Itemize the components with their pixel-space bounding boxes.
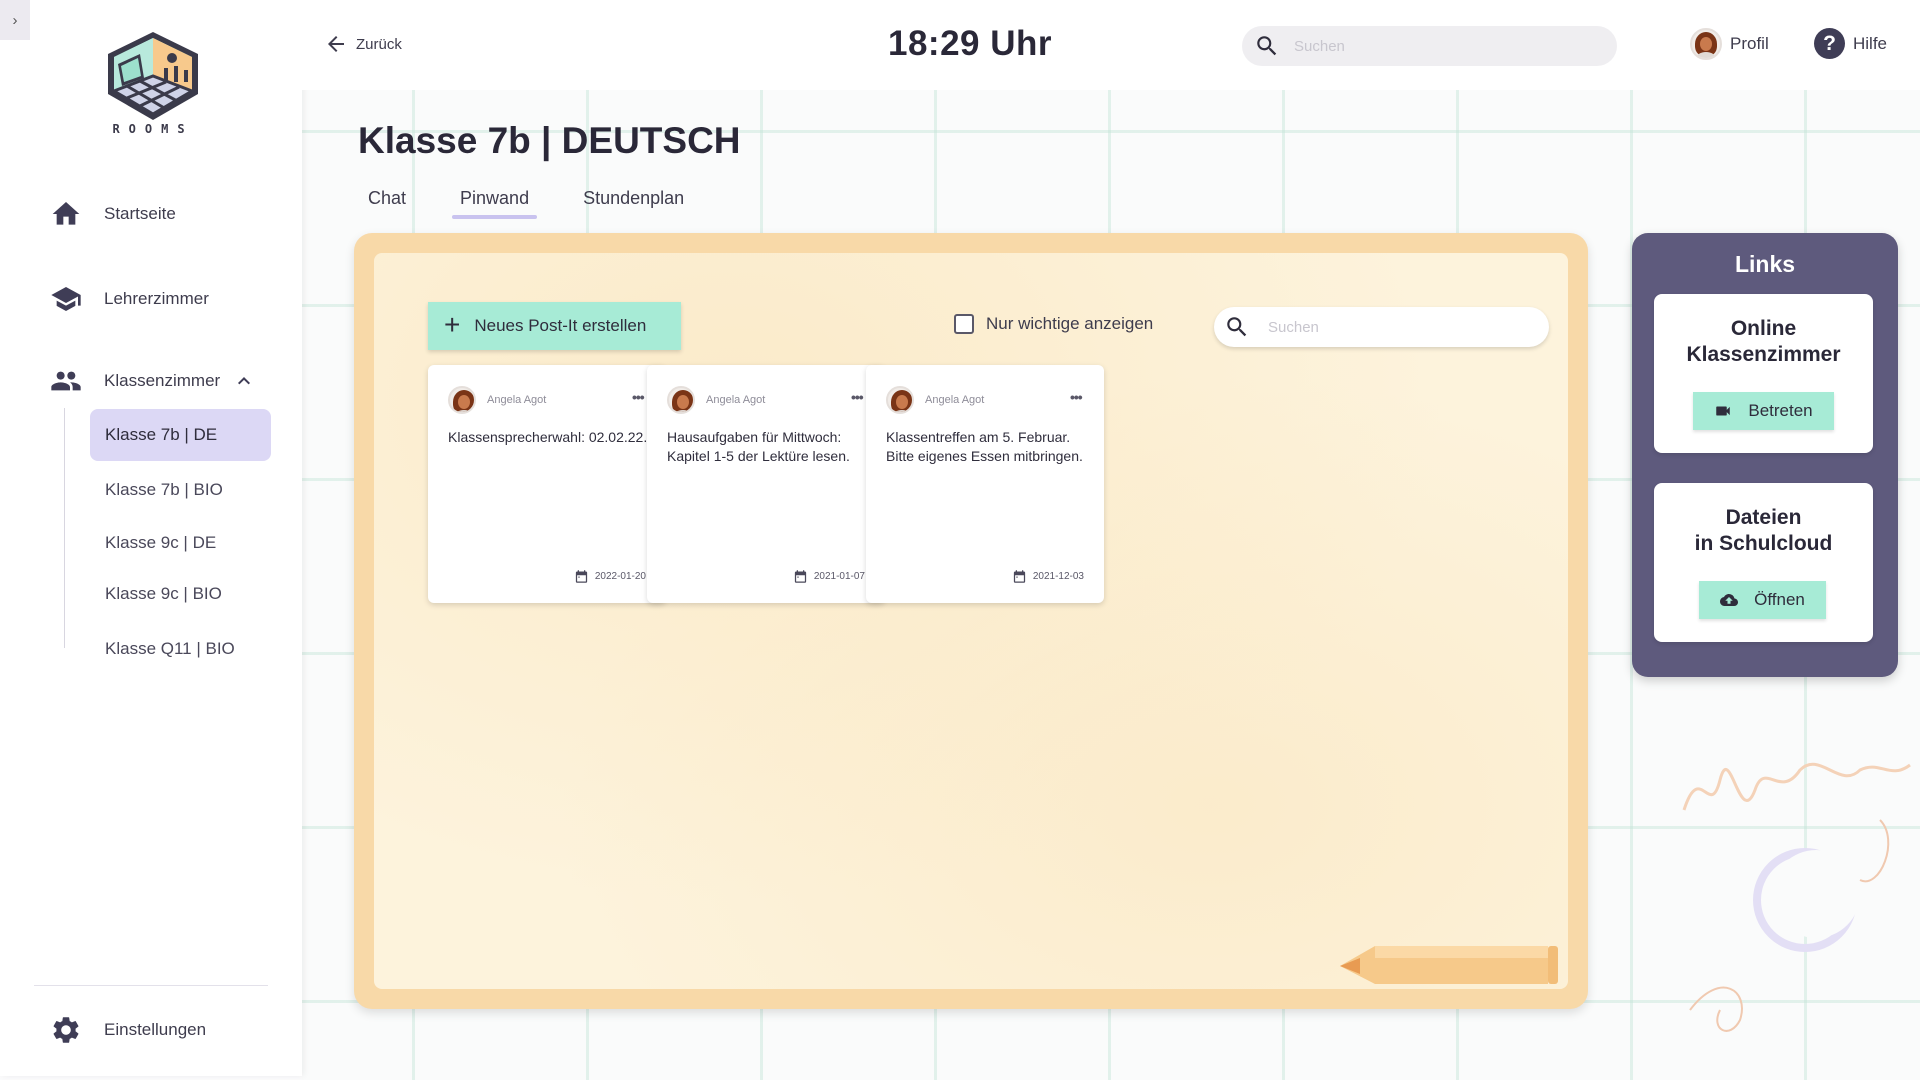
link-card-title-line: Dateien	[1725, 506, 1802, 529]
link-card-title-line: Online	[1730, 317, 1797, 340]
back-button[interactable]: Zurück	[324, 32, 402, 56]
link-card-title-line: Klassenzimmer	[1686, 343, 1841, 366]
nav-item-startseite[interactable]: Startseite	[50, 198, 176, 230]
pinboard: + Neues Post-It erstellen Nur wichtige a…	[354, 233, 1588, 1009]
link-card-title: Dateien in Schulcloud	[1654, 505, 1873, 557]
postit-author: Angela Agot	[706, 394, 766, 406]
betreten-label: Betreten	[1748, 401, 1813, 420]
profile-button[interactable]: Profil	[1690, 28, 1769, 60]
postit-author: Angela Agot	[925, 394, 985, 406]
plus-icon: +	[444, 308, 461, 340]
cloud-upload-icon	[1720, 594, 1739, 606]
back-label: Zurück	[356, 35, 402, 53]
profile-label: Profil	[1730, 34, 1769, 53]
oeffnen-label: Öffnen	[1754, 590, 1805, 609]
nav-item-einstellungen[interactable]: Einstellungen	[50, 1014, 206, 1046]
tab-bar: Chat Pinwand Stundenplan	[360, 188, 730, 219]
calendar-icon	[794, 570, 806, 583]
postit-author: Angela Agot	[487, 394, 547, 406]
gear-icon	[53, 1017, 79, 1043]
pencil-decoration	[1340, 946, 1558, 984]
arrow-back-icon	[328, 36, 344, 52]
sidebar-subitem-klasse-9c-bio[interactable]: Klasse 9c | BIO	[90, 568, 271, 620]
sidebar-toggle-button[interactable]: ›	[0, 0, 30, 40]
postit-date: 2022-01-20	[574, 569, 646, 584]
avatar	[448, 386, 476, 414]
sidebar-subitem-klasse-7b-de[interactable]: Klasse 7b | DE	[90, 409, 271, 461]
important-checkbox[interactable]	[954, 314, 974, 334]
board-search-input[interactable]	[1268, 318, 1518, 336]
tab-pinwand[interactable]: Pinwand	[452, 188, 538, 219]
submenu-line	[64, 408, 65, 648]
chevron-up-icon[interactable]	[232, 369, 256, 393]
sidebar-subitem-klasse-q11-bio[interactable]: Klasse Q11 | BIO	[90, 623, 271, 675]
avatar	[667, 386, 695, 414]
new-postit-button[interactable]: + Neues Post-It erstellen	[428, 302, 681, 350]
video-icon	[1716, 406, 1731, 416]
top-header: Zurück 18:29 Uhr Profil ? Hilfe	[302, 0, 1920, 90]
postit-date: 2021-12-03	[1012, 569, 1084, 584]
oeffnen-button[interactable]: Öffnen	[1699, 581, 1826, 619]
nav-item-lehrerzimmer[interactable]: Lehrerzimmer	[50, 283, 209, 315]
postit-text: Hausaufgaben für Mittwoch: Kapitel 1-5 d…	[667, 429, 850, 464]
postit-date-text: 2021-01-07	[813, 571, 865, 582]
link-card-dateien-schulcloud: Dateien in Schulcloud Öffnen	[1654, 483, 1873, 642]
more-options-icon[interactable]: •••	[632, 389, 645, 405]
sidebar-subitem-klasse-7b-bio[interactable]: Klasse 7b | BIO	[90, 464, 271, 516]
avatar	[1690, 28, 1722, 60]
tab-chat[interactable]: Chat	[360, 188, 414, 219]
avatar	[886, 386, 914, 414]
postit-date-text: 2022-01-20	[594, 571, 646, 582]
help-label: Hilfe	[1853, 33, 1888, 53]
links-panel: Links Online Klassenzimmer Betreten Date…	[1632, 233, 1898, 677]
postit-text: Klassentreffen am 5. Februar. Bitte eige…	[886, 429, 1083, 464]
link-card-title-line: in Schulcloud	[1694, 532, 1833, 555]
logo-text: ROOMS	[112, 122, 194, 136]
new-postit-label: Neues Post-It erstellen	[474, 316, 647, 335]
help-button[interactable]: ? Hilfe	[1814, 28, 1887, 59]
home-icon	[52, 202, 80, 225]
filter-label: Nur wichtige anzeigen	[986, 314, 1154, 333]
nav-item-label: Einstellungen	[104, 1020, 207, 1039]
postit-date: 2021-01-07	[793, 569, 865, 584]
more-options-icon[interactable]: •••	[1070, 389, 1083, 405]
sidebar-subitem-klasse-9c-de[interactable]: Klasse 9c | DE	[90, 517, 271, 569]
betreten-button[interactable]: Betreten	[1693, 392, 1834, 430]
background-doodle	[1682, 762, 1911, 1032]
important-filter[interactable]: Nur wichtige anzeigen	[954, 314, 1153, 334]
link-card-title: Online Klassenzimmer	[1654, 316, 1873, 368]
postit-text: Klassensprecherwahl: 02.02.22.	[448, 429, 648, 445]
header-search	[1242, 26, 1617, 66]
nav-item-label: Startseite	[104, 204, 176, 223]
nav-item-klassenzimmer[interactable]: Klassenzimmer	[50, 365, 256, 397]
link-card-online-klassenzimmer: Online Klassenzimmer Betreten	[1654, 294, 1873, 453]
calendar-icon	[575, 570, 587, 583]
sidebar-divider	[34, 985, 268, 986]
search-icon	[1227, 317, 1247, 337]
board-search	[1214, 307, 1549, 347]
links-title: Links	[1734, 251, 1796, 277]
header-search-input[interactable]	[1294, 37, 1594, 55]
postit-card[interactable]: Angela Agot ••• Klassensprecherwahl: 02.…	[428, 365, 666, 603]
nav-item-label: Lehrerzimmer	[104, 289, 209, 308]
help-icon: ?	[1814, 28, 1845, 59]
pinboard-paper: + Neues Post-It erstellen Nur wichtige a…	[374, 253, 1568, 989]
postit-card[interactable]: Angela Agot ••• Hausaufgaben für Mittwoc…	[647, 365, 885, 603]
page-title: Klasse 7b | DEUTSCH	[358, 120, 741, 161]
people-icon	[51, 371, 81, 391]
tab-stundenplan[interactable]: Stundenplan	[575, 188, 692, 219]
more-options-icon[interactable]: •••	[851, 389, 864, 405]
search-icon	[1257, 36, 1277, 56]
postit-card[interactable]: Angela Agot ••• Klassentreffen am 5. Feb…	[866, 365, 1104, 603]
nav-item-label: Klassenzimmer	[104, 371, 221, 390]
clock: 18:29 Uhr	[888, 24, 1053, 63]
calendar-icon	[1013, 570, 1025, 583]
sidebar: ROOMS Startseite Lehrerzimmer Klassenzim…	[0, 0, 302, 1076]
school-icon	[51, 287, 81, 311]
postit-date-text: 2021-12-03	[1032, 571, 1084, 582]
